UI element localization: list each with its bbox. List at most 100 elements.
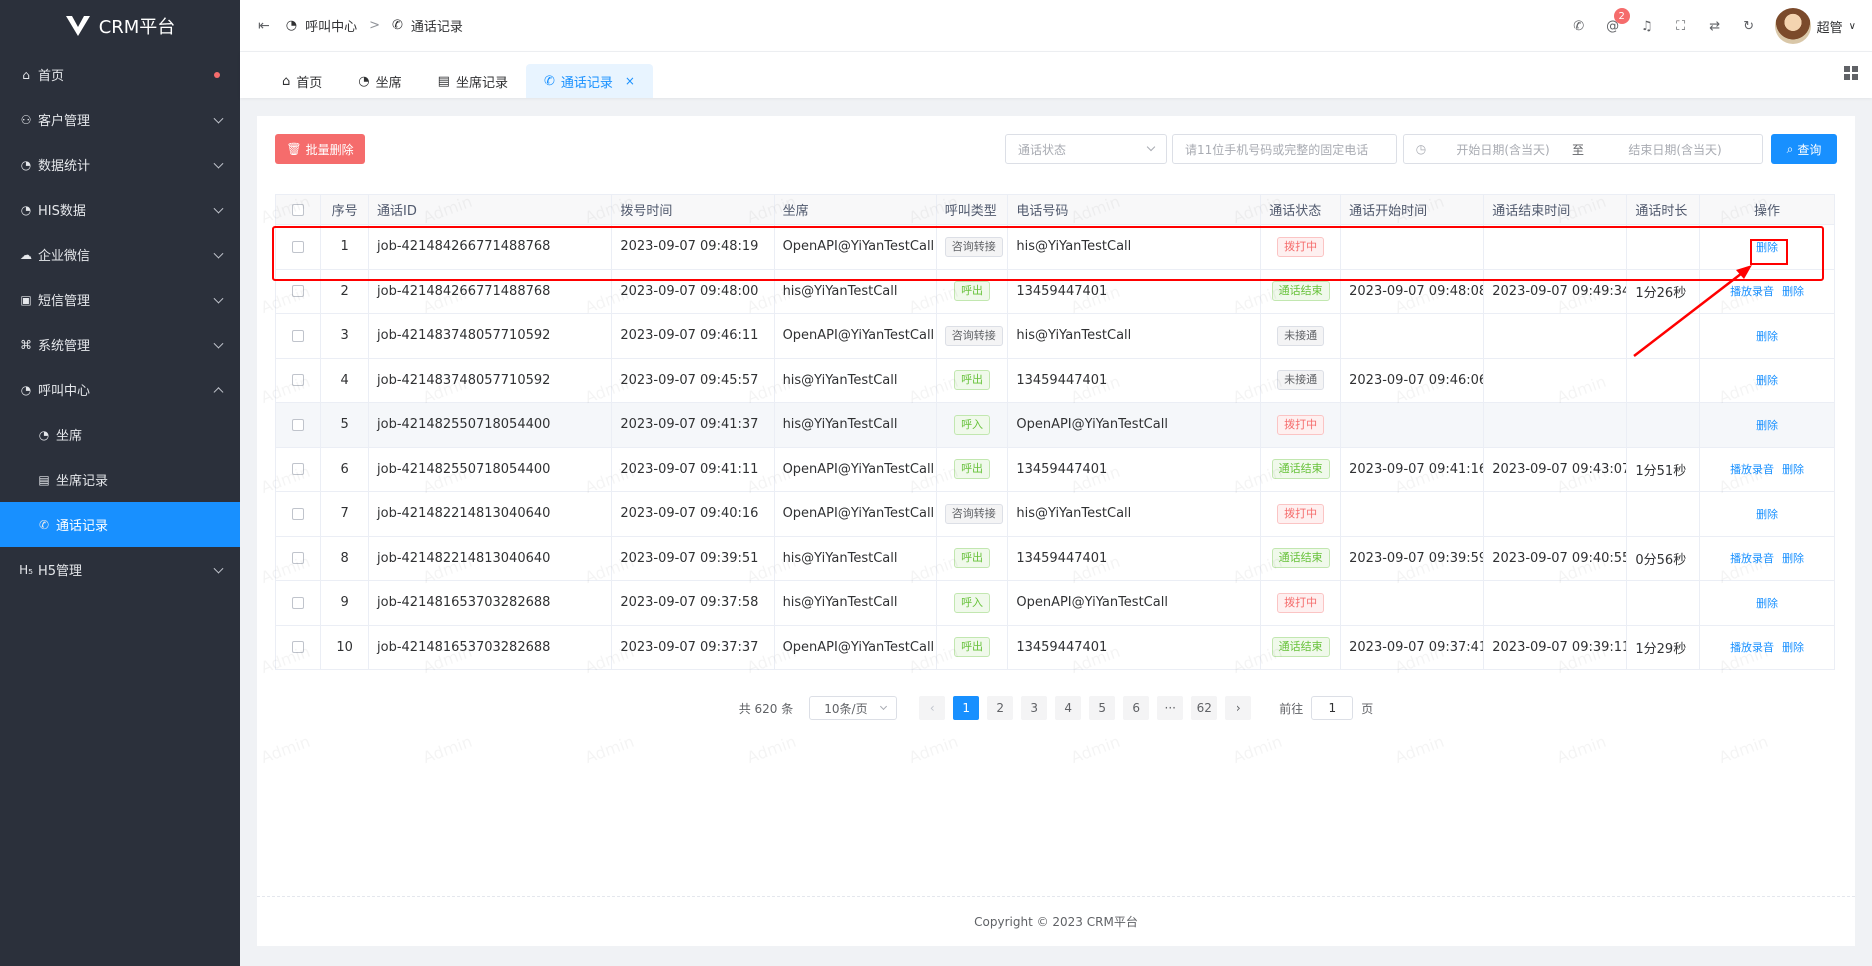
notification-badge: 2 — [1613, 8, 1630, 24]
page-number[interactable]: 62 — [1191, 696, 1218, 720]
call-type-tag: 咨询转接 — [944, 325, 1003, 346]
bell-icon[interactable]: ♫ — [1639, 18, 1655, 34]
cell-phone: 13459447401 — [1007, 447, 1262, 492]
delete-link[interactable]: 删除 — [1756, 374, 1778, 387]
call-status-tag: 通话结束 — [1271, 548, 1330, 569]
sidebar-item[interactable]: ▤ 坐席记录 — [0, 457, 240, 502]
cell-start-time — [1340, 402, 1485, 448]
table-row[interactable]: 5 job-421482550718054400 2023-09-07 09:41:… — [274, 402, 1835, 448]
page-number[interactable]: 3 — [1021, 696, 1048, 720]
row-checkbox[interactable] — [292, 596, 305, 609]
row-checkbox[interactable] — [292, 641, 305, 654]
play-recording-link[interactable]: 播放录音 — [1730, 552, 1774, 565]
tags-view: ⌂ 首页 ◔ 坐席 ▤ 坐席记录 ✆ 通话记录 × — [240, 52, 1872, 98]
play-recording-link[interactable]: 播放录音 — [1730, 463, 1774, 476]
call-type-tag: 呼出 — [954, 281, 991, 302]
tab[interactable]: ◔ 坐席 — [340, 64, 419, 98]
header: ⇤ ◔ 呼叫中心 > ✆ 通话记录 ✆ @2 ♫ ⛶ ⇄ ↻ 超管 ∨ — [240, 0, 1872, 52]
start-date-placeholder[interactable]: 开始日期(含当天) — [1438, 141, 1568, 158]
translate-icon[interactable]: ⇄ — [1707, 18, 1723, 34]
row-checkbox[interactable] — [292, 329, 305, 342]
cell-dial-time: 2023-09-07 09:37:58 — [611, 580, 775, 626]
sidebar-item[interactable]: ▣ 短信管理 — [0, 277, 240, 322]
row-checkbox[interactable] — [292, 463, 305, 476]
tab[interactable]: ✆ 通话记录 × — [525, 64, 653, 98]
page-number[interactable]: 1 — [953, 696, 980, 720]
row-checkbox[interactable] — [292, 374, 305, 387]
table-row[interactable]: 7 job-421482214813040640 2023-09-07 09:40:… — [274, 491, 1835, 537]
call-status-tag: 通话结束 — [1271, 459, 1330, 480]
select-all-checkbox[interactable] — [292, 203, 305, 216]
delete-link[interactable]: 删除 — [1782, 641, 1804, 654]
goto-input[interactable]: 1 — [1311, 696, 1354, 720]
row-checkbox[interactable] — [292, 418, 305, 431]
delete-link[interactable]: 删除 — [1756, 508, 1778, 521]
delete-link[interactable]: 删除 — [1782, 463, 1804, 476]
call-status-select[interactable]: 通话状态 — [1005, 134, 1167, 164]
user-menu[interactable]: 超管 ∨ — [1774, 8, 1856, 44]
row-checkbox[interactable] — [292, 552, 305, 565]
sidebar-item[interactable]: ◔ 坐席 — [0, 412, 240, 457]
tab[interactable]: ▤ 坐席记录 — [420, 64, 526, 98]
sidebar-item[interactable]: ⌘ 系统管理 — [0, 322, 240, 367]
sidebar-item[interactable]: H₅ H5管理 — [0, 547, 240, 592]
copyright-text: Copyright © 2023 CRM平台 — [974, 915, 1138, 929]
query-button[interactable]: ⌕ 查询 — [1771, 134, 1837, 164]
cell-dial-time: 2023-09-07 09:45:57 — [611, 358, 775, 403]
cell-call-id: job-421483748057710592 — [368, 358, 613, 403]
sidebar-item[interactable]: ◔ 呼叫中心 — [0, 367, 240, 412]
prev-page-button[interactable]: ‹ — [919, 696, 946, 720]
logo[interactable]: CRM平台 — [0, 0, 240, 52]
cell-phone: his@YiYanTestCall — [1007, 491, 1262, 537]
sidebar-item[interactable]: ✆ 通话记录 — [0, 502, 240, 547]
row-checkbox-cell — [274, 491, 322, 537]
play-recording-link[interactable]: 播放录音 — [1730, 641, 1774, 654]
sidebar-item[interactable]: ◔ 数据统计 — [0, 142, 240, 187]
page-size-select[interactable]: 10条/页 — [809, 696, 898, 720]
batch-delete-button[interactable]: 🗑 批量删除 — [275, 134, 365, 164]
row-checkbox[interactable] — [292, 285, 305, 298]
refresh-icon[interactable]: ↻ — [1741, 18, 1757, 34]
cell-agent: OpenAPI@YiYanTestCall — [774, 625, 937, 670]
grid-icon[interactable] — [1844, 66, 1858, 80]
table-row[interactable]: 4 job-421483748057710592 2023-09-07 09:45:… — [274, 358, 1835, 403]
cell-status: 未接通 — [1260, 313, 1342, 359]
delete-link[interactable]: 删除 — [1782, 285, 1804, 298]
page-ellipsis[interactable]: ··· — [1157, 696, 1184, 720]
delete-link[interactable]: 删除 — [1756, 597, 1778, 610]
table-row[interactable]: 9 job-421481653703282688 2023-09-07 09:37:… — [274, 580, 1835, 626]
delete-link[interactable]: 删除 — [1782, 552, 1804, 565]
sidebar-item[interactable]: ⚇ 客户管理 — [0, 97, 240, 142]
page-number[interactable]: 5 — [1089, 696, 1116, 720]
delete-link[interactable]: 删除 — [1756, 330, 1778, 343]
cell-duration: 0分56秒 — [1626, 536, 1701, 581]
sidebar-item[interactable]: ◔ HIS数据 — [0, 187, 240, 232]
chevron-down-icon — [213, 338, 224, 349]
breadcrumb-item[interactable]: 呼叫中心 — [305, 16, 357, 35]
headset-icon: ◔ — [358, 73, 370, 89]
notification-at-icon[interactable]: @2 — [1605, 8, 1630, 34]
sidebar-item[interactable]: ☁ 企业微信 — [0, 232, 240, 277]
tab[interactable]: ⌂ 首页 — [264, 64, 340, 98]
h5-icon: H₅ — [19, 562, 33, 577]
avatar[interactable] — [1774, 8, 1811, 44]
page-number[interactable]: 4 — [1055, 696, 1082, 720]
delete-link[interactable]: 删除 — [1756, 419, 1778, 432]
page-number[interactable]: 6 — [1123, 696, 1150, 720]
phone-input[interactable]: 请11位手机号码或完整的固定电话 — [1172, 134, 1397, 164]
end-date-placeholder[interactable]: 结束日期(含当天) — [1588, 141, 1762, 158]
menu-fold-icon[interactable]: ⇤ — [258, 18, 270, 34]
table-row[interactable]: 10 job-421481653703282688 2023-09-07 09:37… — [274, 625, 1835, 670]
close-icon[interactable]: × — [625, 74, 635, 88]
row-checkbox[interactable] — [292, 507, 305, 520]
fullscreen-icon[interactable]: ⛶ — [1673, 18, 1689, 34]
date-range-picker[interactable]: ◷ 开始日期(含当天) 至 结束日期(含当天) — [1403, 134, 1763, 164]
phone-icon[interactable]: ✆ — [1571, 18, 1587, 34]
cell-start-time — [1340, 580, 1485, 626]
next-page-button[interactable]: › — [1225, 696, 1252, 720]
table-row[interactable]: 8 job-421482214813040640 2023-09-07 09:39:… — [274, 536, 1835, 581]
sidebar-item[interactable]: ⌂ 首页 — [0, 52, 240, 97]
page-number[interactable]: 2 — [987, 696, 1014, 720]
table-row[interactable]: 6 job-421482550718054400 2023-09-07 09:41:… — [274, 447, 1835, 492]
table-row[interactable]: 3 job-421483748057710592 2023-09-07 09:46:… — [274, 313, 1835, 359]
